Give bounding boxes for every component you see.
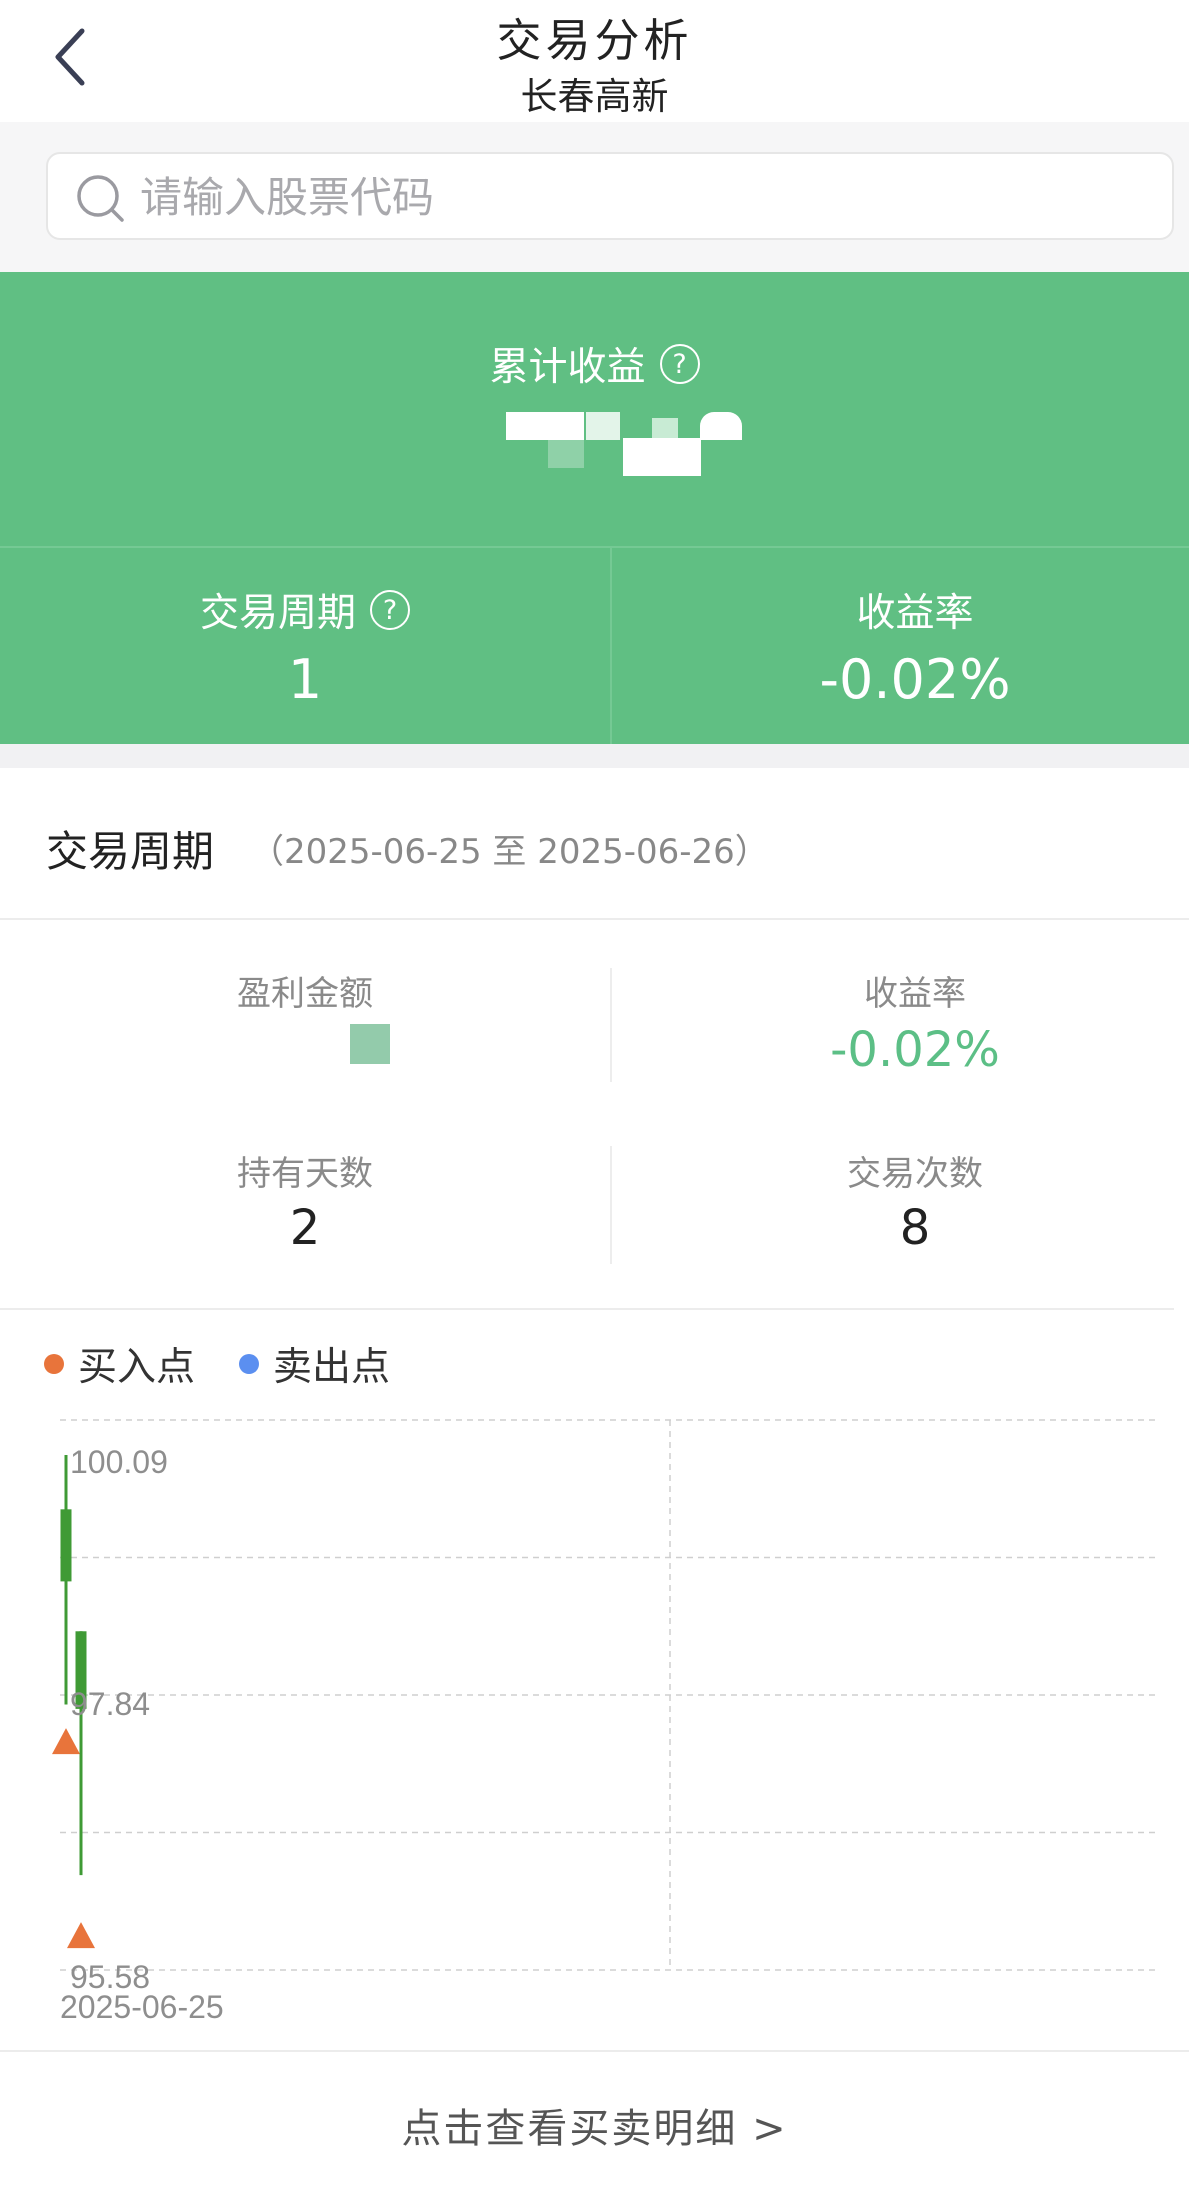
- page-title: 交易分析: [496, 14, 693, 67]
- help-icon[interactable]: ?: [659, 344, 700, 384]
- period-title: 交易周期: [46, 827, 215, 876]
- profit-amount-label: 盈利金额: [237, 974, 373, 1014]
- cumulative-return-label-row: 累计收益 ?: [0, 336, 1189, 392]
- period-header: 交易周期 （2025-06-25 至 2025-06-26）: [0, 768, 1189, 920]
- y-tick-label: 100.09: [70, 1444, 168, 1480]
- help-icon[interactable]: ?: [370, 590, 410, 630]
- divider: [0, 918, 1189, 920]
- trade-period-label: 交易周期: [199, 591, 356, 636]
- search-box[interactable]: [46, 152, 1174, 240]
- x-tick-label: 2025-06-25: [60, 1989, 224, 2025]
- return-rate-label-text: 收益率: [856, 591, 974, 636]
- chart-legend: 买入点 卖出点: [44, 1336, 434, 1392]
- trade-count-value: 8: [899, 1200, 931, 1256]
- period-return-label: 收益率: [864, 974, 966, 1014]
- sell-dot-icon: [239, 1354, 260, 1374]
- hold-days-label: 持有天数: [237, 1154, 373, 1194]
- divider: [610, 968, 612, 1082]
- return-rate-label: 收益率: [618, 582, 1189, 638]
- view-trade-details-link[interactable]: 点击查看买卖明细 >: [0, 2096, 1189, 2154]
- legend-buy: 买入点: [44, 1336, 195, 1392]
- trade-count-label: 交易次数: [847, 1154, 983, 1194]
- legend-sell: 卖出点: [239, 1336, 390, 1392]
- return-rate-value: -0.02%: [819, 648, 1011, 711]
- search-input[interactable]: [140, 168, 1140, 226]
- kline-chart: 100.0997.8495.582025-06-25: [52, 1419, 1156, 2025]
- summary-panel: 累计收益 ? 交易周期 ? 1 收益率 -0.02%: [0, 272, 1189, 744]
- divider: [0, 546, 1189, 548]
- divider: [610, 548, 612, 744]
- profit-amount-value-masked: [350, 1024, 390, 1064]
- search-bar: [0, 122, 1189, 272]
- section-gap: [0, 744, 1189, 768]
- trade-period-value: 1: [287, 648, 323, 711]
- cumulative-return-label: 累计收益: [489, 345, 646, 390]
- divider: [0, 2050, 1189, 2052]
- trade-period-label-row: 交易周期 ?: [8, 582, 602, 638]
- legend-buy-label: 买入点: [78, 1345, 196, 1390]
- buy-point-marker: [52, 1728, 80, 1755]
- search-icon: [77, 175, 124, 222]
- legend-sell-label: 卖出点: [273, 1345, 391, 1390]
- stock-name: 长春高新: [520, 75, 669, 118]
- y-tick-label: 97.84: [70, 1686, 150, 1722]
- divider: [610, 1146, 612, 1264]
- buy-dot-icon: [44, 1354, 64, 1374]
- hold-days-value: 2: [289, 1200, 321, 1256]
- candle-body: [60, 1509, 72, 1582]
- period-range: （2025-06-25 至 2025-06-26）: [250, 832, 769, 872]
- divider: [0, 1308, 1174, 1310]
- period-return-value: -0.02%: [830, 1022, 1000, 1078]
- buy-point-marker: [67, 1922, 95, 1949]
- nav-header: 交易分析 长春高新: [0, 0, 1189, 122]
